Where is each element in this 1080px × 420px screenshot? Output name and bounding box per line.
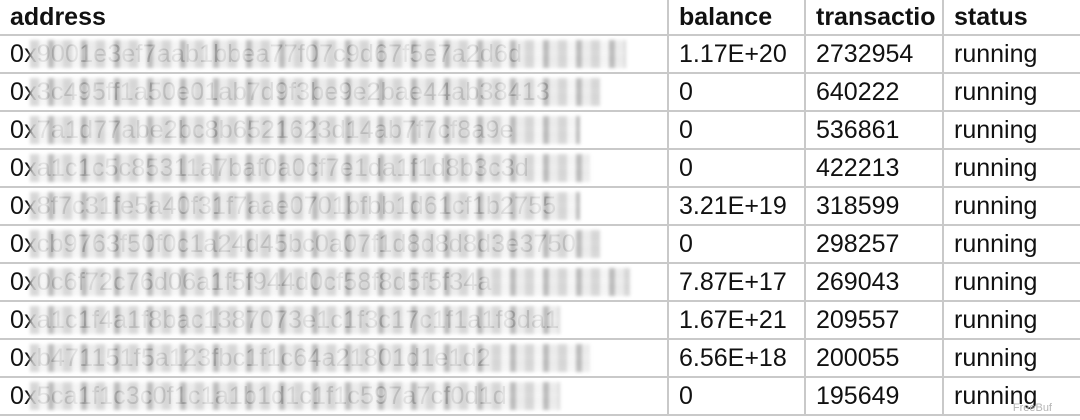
address-text: 0xb471151f5a123fbc1f1c64a21801d1e1d2 bbox=[10, 343, 491, 372]
table-row: 0x5ca1f1c3c0f1c1a1b1d1c1f1c597a7cf0d1d 0 1… bbox=[0, 377, 1080, 416]
cell-address[interactable]: 0x0c6f72c76d06a1f5f944d0cf58f8d5f5f34a bbox=[0, 263, 669, 302]
address-text: 0x3c495ff1a50e01ab7d9f3be9e2bae44ab38413 bbox=[10, 77, 551, 106]
table-row: 0xa1c1c5c85311a7baf0a0cf7e1da1f1d8b3c3d 0… bbox=[0, 149, 1080, 188]
table-row: 0xcb9763f50f0c1a24d45bc0a07f1d8d8d8d3e37… bbox=[0, 225, 1080, 264]
cell-status[interactable]: running bbox=[943, 263, 1080, 302]
cell-status[interactable]: running bbox=[943, 301, 1080, 340]
cell-address[interactable]: 0xcb9763f50f0c1a24d45bc0a07f1d8d8d8d3e37… bbox=[0, 225, 669, 264]
spreadsheet: address balance transactio status 0x9001… bbox=[0, 0, 1080, 420]
address-text: 0x0c6f72c76d06a1f5f944d0cf58f8d5f5f34a bbox=[10, 267, 492, 296]
cell-status[interactable]: running bbox=[943, 225, 1080, 264]
address-text: 0x5ca1f1c3c0f1c1a1b1d1c1f1c597a7cf0d1d bbox=[10, 381, 507, 410]
cell-balance[interactable]: 1.17E+20 bbox=[668, 35, 806, 74]
cell-balance[interactable]: 0 bbox=[668, 149, 806, 188]
data-grid: address balance transactio status 0x9001… bbox=[0, 0, 1080, 416]
cell-transactions[interactable]: 298257 bbox=[805, 225, 944, 264]
cell-status[interactable]: running bbox=[943, 149, 1080, 188]
cell-balance[interactable]: 0 bbox=[668, 73, 806, 112]
cell-balance[interactable]: 7.87E+17 bbox=[668, 263, 806, 302]
cell-transactions[interactable]: 318599 bbox=[805, 187, 944, 226]
cell-transactions[interactable]: 640222 bbox=[805, 73, 944, 112]
cell-transactions[interactable]: 536861 bbox=[805, 111, 944, 150]
header-row: address balance transactio status bbox=[0, 0, 1080, 36]
address-text: 0xa1c1f4a1f8bac1387073e1c1f3c17c1f1a1f8d… bbox=[10, 305, 560, 334]
watermark-logo: FreeBuf bbox=[1012, 402, 1052, 414]
cell-address[interactable]: 0x9001e3ef7aab1bbea77f07c9d67f5e7a2d6d bbox=[0, 35, 669, 74]
cell-balance[interactable]: 0 bbox=[668, 377, 806, 416]
cell-balance[interactable]: 0 bbox=[668, 225, 806, 264]
address-text: 0x8f7c31fe5a40f31f7aae0701bfbb1d61cf1b27… bbox=[10, 191, 557, 220]
address-text: 0x9001e3ef7aab1bbea77f07c9d67f5e7a2d6d bbox=[10, 39, 523, 68]
header-status[interactable]: status bbox=[943, 0, 1080, 36]
address-text: 0xcb9763f50f0c1a24d45bc0a07f1d8d8d8d3e37… bbox=[10, 229, 576, 258]
table-row: 0x8f7c31fe5a40f31f7aae0701bfbb1d61cf1b27… bbox=[0, 187, 1080, 226]
cell-address[interactable]: 0xa1c1c5c85311a7baf0a0cf7e1da1f1d8b3c3d bbox=[0, 149, 669, 188]
cell-transactions[interactable]: 2732954 bbox=[805, 35, 944, 74]
table-row: 0x3c495ff1a50e01ab7d9f3be9e2bae44ab38413… bbox=[0, 73, 1080, 112]
cell-status[interactable]: running bbox=[943, 35, 1080, 74]
cell-transactions[interactable]: 422213 bbox=[805, 149, 944, 188]
cell-transactions[interactable]: 269043 bbox=[805, 263, 944, 302]
cell-address[interactable]: 0x5ca1f1c3c0f1c1a1b1d1c1f1c597a7cf0d1d bbox=[0, 377, 669, 416]
table-row: 0x0c6f72c76d06a1f5f944d0cf58f8d5f5f34a 7.… bbox=[0, 263, 1080, 302]
cell-transactions[interactable]: 195649 bbox=[805, 377, 944, 416]
address-text: 0x7a1d77abe2bc8b6521623d14ab7f7cf8a9e bbox=[10, 115, 514, 144]
cell-balance[interactable]: 6.56E+18 bbox=[668, 339, 806, 378]
header-transactions[interactable]: transactio bbox=[805, 0, 944, 36]
cell-status[interactable]: running bbox=[943, 377, 1080, 416]
cell-status[interactable]: running bbox=[943, 73, 1080, 112]
grid-body: 0x9001e3ef7aab1bbea77f07c9d67f5e7a2d6d 1.… bbox=[0, 35, 1080, 416]
cell-balance[interactable]: 0 bbox=[668, 111, 806, 150]
cell-address[interactable]: 0xa1c1f4a1f8bac1387073e1c1f3c17c1f1a1f8d… bbox=[0, 301, 669, 340]
table-row: 0xb471151f5a123fbc1f1c64a21801d1e1d2 6.56… bbox=[0, 339, 1080, 378]
address-text: 0xa1c1c5c85311a7baf0a0cf7e1da1f1d8b3c3d bbox=[10, 153, 529, 182]
cell-balance[interactable]: 1.67E+21 bbox=[668, 301, 806, 340]
cell-address[interactable]: 0x3c495ff1a50e01ab7d9f3be9e2bae44ab38413 bbox=[0, 73, 669, 112]
header-balance[interactable]: balance bbox=[668, 0, 806, 36]
cell-transactions[interactable]: 209557 bbox=[805, 301, 944, 340]
cell-address[interactable]: 0x7a1d77abe2bc8b6521623d14ab7f7cf8a9e bbox=[0, 111, 669, 150]
header-address[interactable]: address bbox=[0, 0, 669, 36]
table-row: 0x9001e3ef7aab1bbea77f07c9d67f5e7a2d6d 1.… bbox=[0, 35, 1080, 74]
cell-status[interactable]: running bbox=[943, 339, 1080, 378]
cell-address[interactable]: 0x8f7c31fe5a40f31f7aae0701bfbb1d61cf1b27… bbox=[0, 187, 669, 226]
cell-balance[interactable]: 3.21E+19 bbox=[668, 187, 806, 226]
cell-transactions[interactable]: 200055 bbox=[805, 339, 944, 378]
table-row: 0x7a1d77abe2bc8b6521623d14ab7f7cf8a9e 0 53… bbox=[0, 111, 1080, 150]
cell-status[interactable]: running bbox=[943, 187, 1080, 226]
cell-status[interactable]: running bbox=[943, 111, 1080, 150]
cell-address[interactable]: 0xb471151f5a123fbc1f1c64a21801d1e1d2 bbox=[0, 339, 669, 378]
table-row: 0xa1c1f4a1f8bac1387073e1c1f3c17c1f1a1f8d… bbox=[0, 301, 1080, 340]
